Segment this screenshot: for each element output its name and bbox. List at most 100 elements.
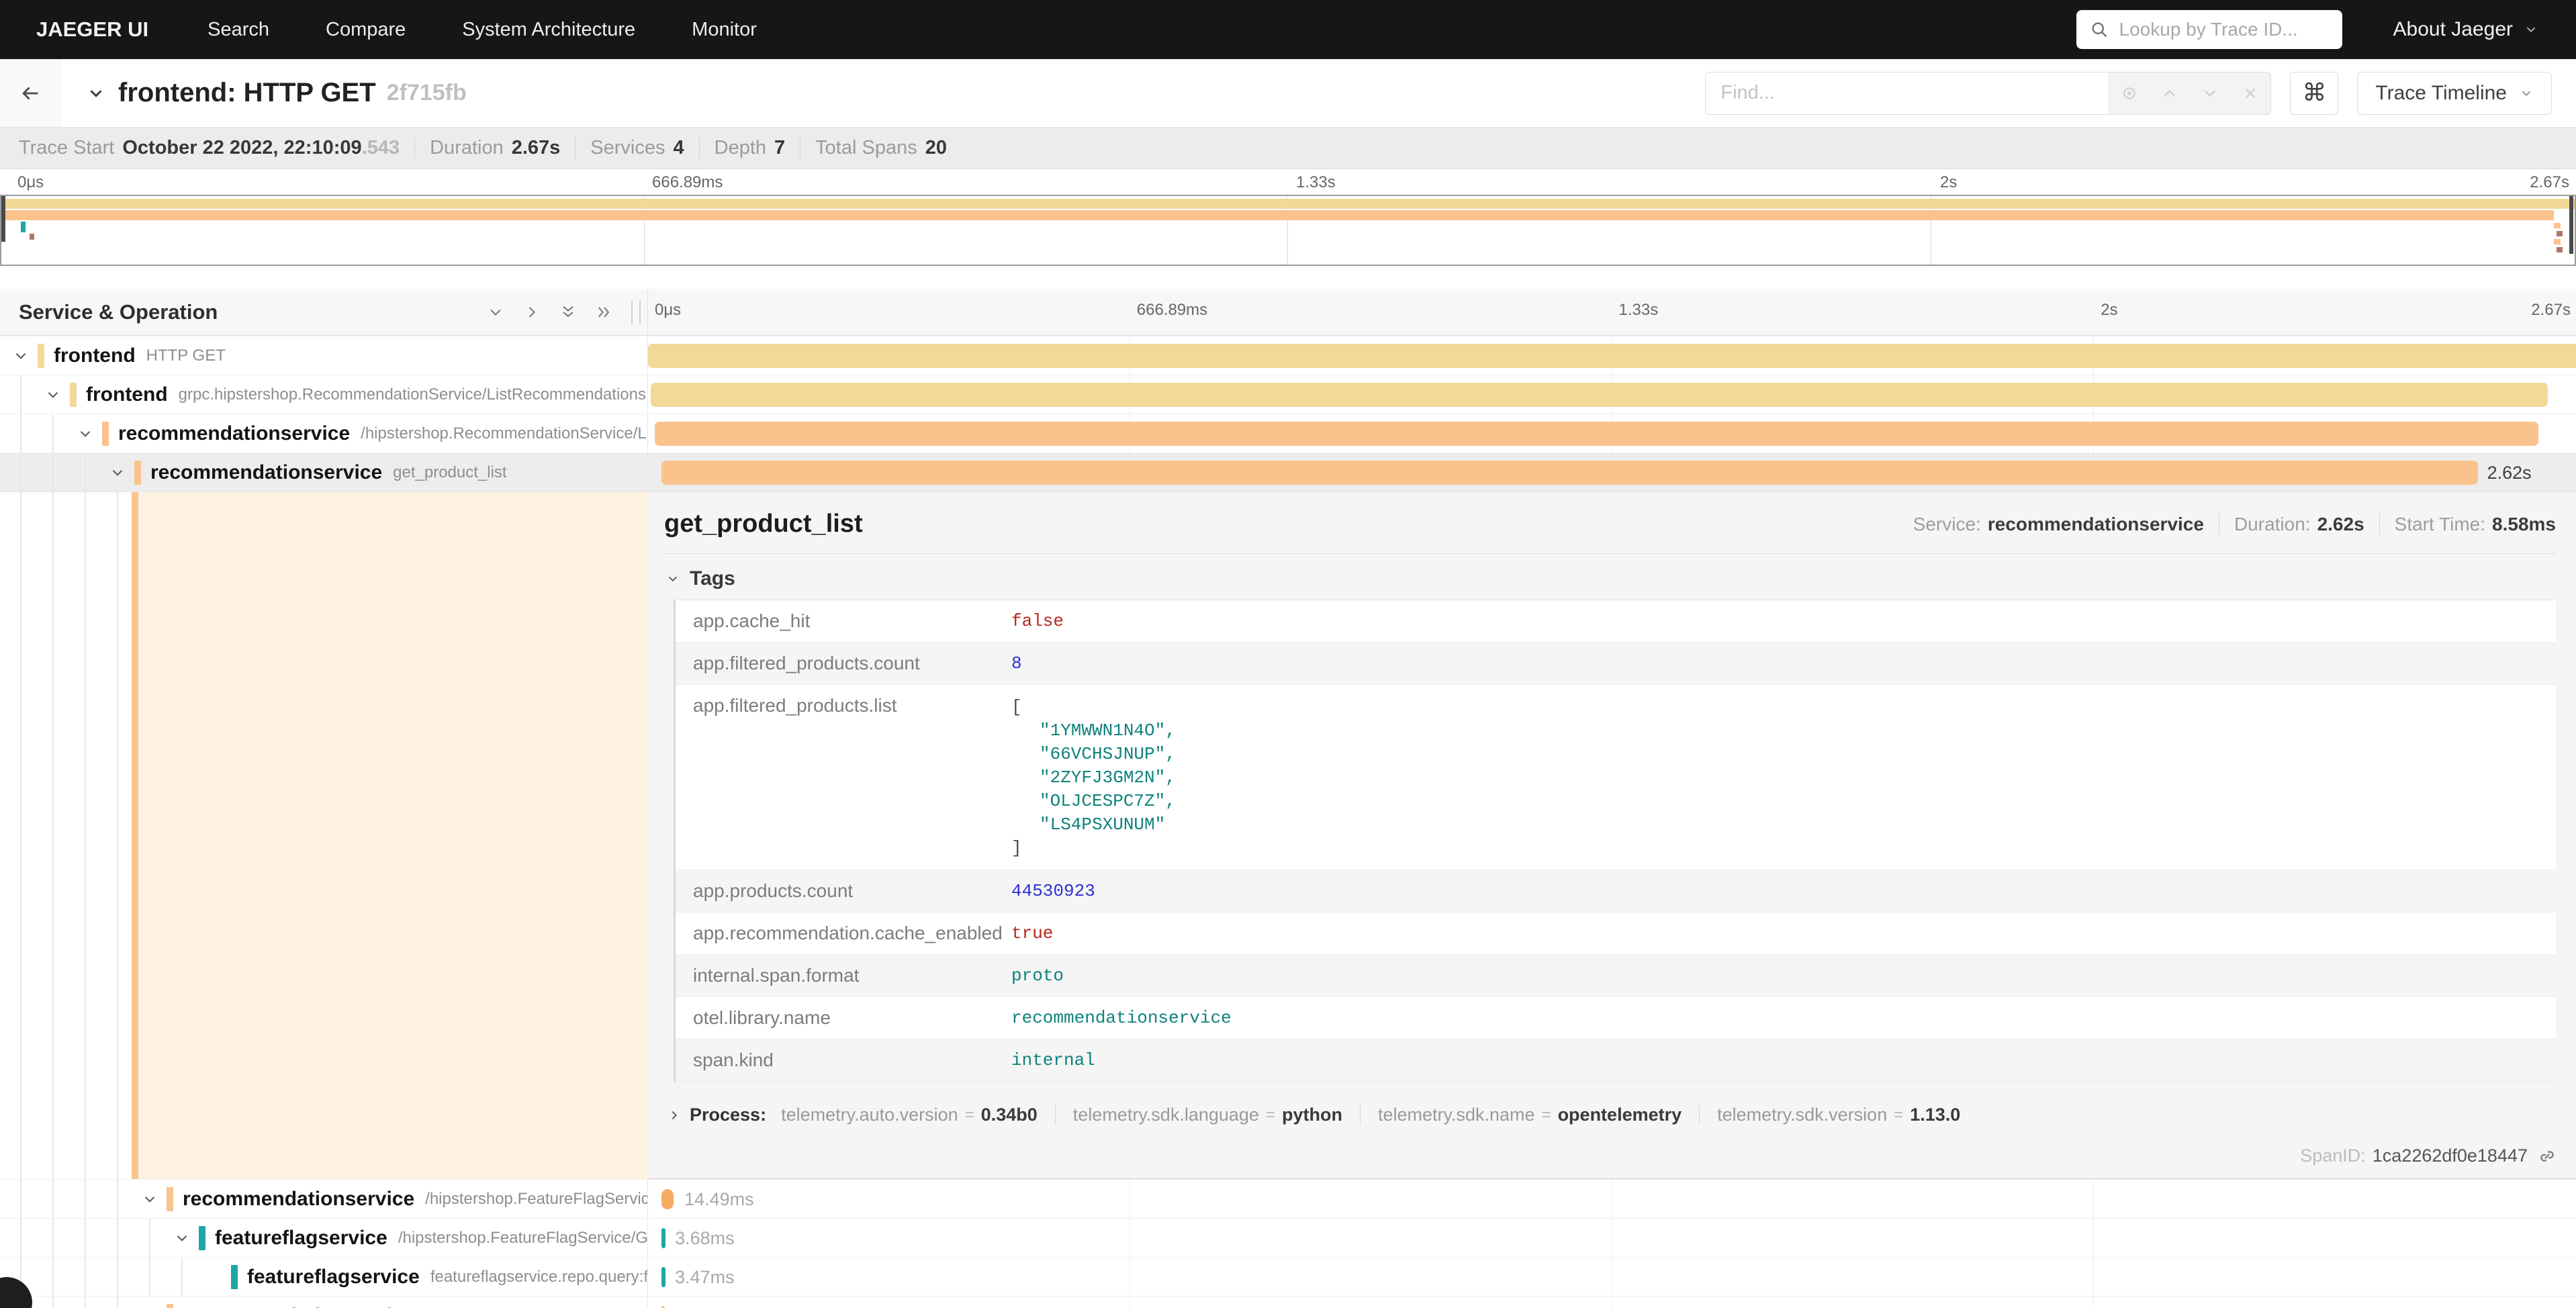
start-time-value: 8.58ms — [2492, 514, 2556, 535]
service-color-bar — [167, 1304, 173, 1308]
span-name-cell[interactable]: recommendationservice /hipstershop.Produ… — [0, 1297, 648, 1308]
column-resizer-handle[interactable] — [631, 301, 641, 324]
tags-section-toggle[interactable]: Tags — [665, 567, 2556, 590]
span-name-cell[interactable]: frontend HTTP GET — [0, 336, 648, 375]
service-color-bar — [134, 461, 141, 485]
timeline-header: Service & Operation 0μs 666.89ms 1.33s 2… — [0, 289, 2576, 336]
next-match-button[interactable] — [2190, 73, 2230, 114]
span-timeline-cell[interactable] — [648, 375, 2576, 414]
minimap-span-bar — [21, 222, 26, 232]
double-chevron-right-icon — [595, 303, 614, 322]
nav-item-system-architecture[interactable]: System Architecture — [434, 19, 663, 41]
process-key: telemetry.sdk.version — [1717, 1105, 1887, 1125]
span-detail-row: get_product_list Service: recommendation… — [0, 492, 2576, 1179]
service-label: Service: — [1913, 514, 1981, 535]
chevron-down-icon[interactable] — [12, 347, 30, 365]
span-name-cell[interactable]: recommendationservice /hipstershop.Featu… — [0, 1180, 648, 1218]
about-jaeger-menu[interactable]: About Jaeger — [2393, 18, 2538, 41]
minimap-tick: 2.67s — [2530, 173, 2569, 192]
span-detail-indent — [0, 492, 648, 1179]
span-name-cell[interactable]: recommendationservice /hipstershop.Recom… — [0, 414, 648, 453]
span-bar[interactable] — [661, 1189, 674, 1209]
chevron-down-icon[interactable] — [77, 425, 94, 442]
focus-match-button[interactable] — [2109, 73, 2150, 114]
trace-id-search-input[interactable] — [2119, 19, 2329, 40]
trace-id-search-box[interactable] — [2076, 10, 2342, 49]
tag-value: false — [1011, 600, 1070, 642]
service-color-bar — [231, 1265, 238, 1289]
trace-start-label: Trace Start — [19, 137, 114, 159]
nav-item-monitor[interactable]: Monitor — [663, 19, 785, 41]
chevron-down-icon — [486, 303, 505, 322]
span-timeline-cell[interactable]: 2.62s — [648, 453, 2576, 492]
process-item: telemetry.sdk.name = opentelemetry — [1360, 1105, 1682, 1125]
tag-key: span.kind — [676, 1039, 1011, 1081]
process-label[interactable]: Process: — [690, 1105, 766, 1125]
minimap-canvas[interactable] — [0, 195, 2576, 266]
trace-view-selector[interactable]: Trace Timeline — [2357, 72, 2552, 115]
tag-key: app.filtered_products.list — [676, 685, 1011, 870]
span-bar[interactable] — [661, 1267, 665, 1287]
span-name-cell[interactable]: frontend grpc.hipstershop.Recommendation… — [0, 375, 648, 414]
back-button[interactable] — [0, 59, 60, 127]
span-timeline-cell[interactable]: 1.04ms — [648, 1297, 2576, 1308]
chevron-down-icon[interactable] — [173, 1229, 191, 1247]
span-bar[interactable] — [661, 1228, 665, 1248]
prev-match-button[interactable] — [2150, 73, 2190, 114]
minimap-span-bar — [2557, 247, 2563, 252]
span-timeline-cell[interactable]: 3.47ms — [648, 1258, 2576, 1296]
span-bar[interactable] — [655, 422, 2538, 446]
span-name-cell[interactable]: featureflagservice /hipstershop.FeatureF… — [0, 1219, 648, 1257]
collapse-one-button[interactable] — [486, 303, 505, 322]
depth-label: Depth — [715, 137, 766, 159]
find-input[interactable] — [1706, 73, 2109, 114]
app-logo[interactable]: JAEGER UI — [36, 17, 148, 42]
expand-all-button[interactable] — [595, 303, 614, 322]
span-bar[interactable] — [648, 344, 2576, 368]
span-duration: 3.47ms — [675, 1267, 735, 1288]
process-section-toggle[interactable] — [667, 1108, 682, 1123]
keyboard-shortcuts-button[interactable]: ⌘ — [2290, 72, 2338, 115]
expand-one-button[interactable] — [522, 303, 541, 322]
chevron-down-icon[interactable] — [109, 464, 126, 481]
collapse-all-button[interactable] — [559, 303, 578, 322]
list-item: "LS4PSXUNUM" — [1011, 813, 1176, 837]
nav-item-compare[interactable]: Compare — [297, 19, 434, 41]
minimap-range-handle-right[interactable] — [2569, 196, 2573, 254]
span-name-cell[interactable]: featureflagservice featureflagservice.re… — [0, 1258, 648, 1296]
chevron-down-icon[interactable] — [141, 1190, 158, 1208]
span-bar[interactable] — [661, 461, 2477, 485]
nav-item-search[interactable]: Search — [179, 19, 297, 41]
equals-sign: = — [965, 1106, 974, 1125]
span-id-label: SpanID: — [2300, 1146, 2366, 1166]
depth-value: 7 — [774, 137, 785, 159]
timeline-tick: 0μs — [655, 301, 681, 320]
process-key: telemetry.sdk.name — [1378, 1105, 1535, 1125]
minimap-span-bar — [2554, 223, 2561, 228]
duration-label: Duration — [430, 137, 504, 159]
span-bar[interactable] — [651, 383, 2548, 407]
span-name-cell[interactable]: recommendationservice get_product_list — [0, 453, 648, 492]
services-label: Services — [590, 137, 665, 159]
span-timeline-cell[interactable] — [648, 336, 2576, 375]
process-item: telemetry.sdk.language = python — [1055, 1105, 1342, 1125]
clear-find-button[interactable] — [2230, 73, 2270, 114]
duration-value: 2.67s — [512, 137, 561, 159]
service-color-bar — [70, 383, 77, 407]
tag-row: otel.library.name recommendationservice — [676, 997, 2556, 1039]
link-icon[interactable] — [2538, 1148, 2556, 1165]
search-icon — [2090, 20, 2109, 39]
span-timeline-cell[interactable] — [648, 414, 2576, 453]
trace-title-toggle[interactable]: frontend: HTTP GET 2f715fb — [86, 78, 467, 108]
span-row: frontend HTTP GET — [0, 336, 2576, 375]
service-color-bar — [199, 1226, 205, 1250]
process-item: telemetry.sdk.version = 1.13.0 — [1699, 1105, 1960, 1125]
minimap-range-handle-left[interactable] — [1, 196, 5, 242]
chevron-down-icon[interactable] — [44, 386, 62, 404]
span-timeline-cell[interactable]: 14.49ms — [648, 1180, 2576, 1218]
span-duration: 3.68ms — [675, 1228, 735, 1249]
operation-name: /hipstershop.FeatureFlagService... — [425, 1190, 648, 1209]
arrow-left-icon — [19, 82, 42, 105]
span-timeline-cell[interactable]: 3.68ms — [648, 1219, 2576, 1257]
operation-name: get_product_list — [393, 463, 506, 482]
